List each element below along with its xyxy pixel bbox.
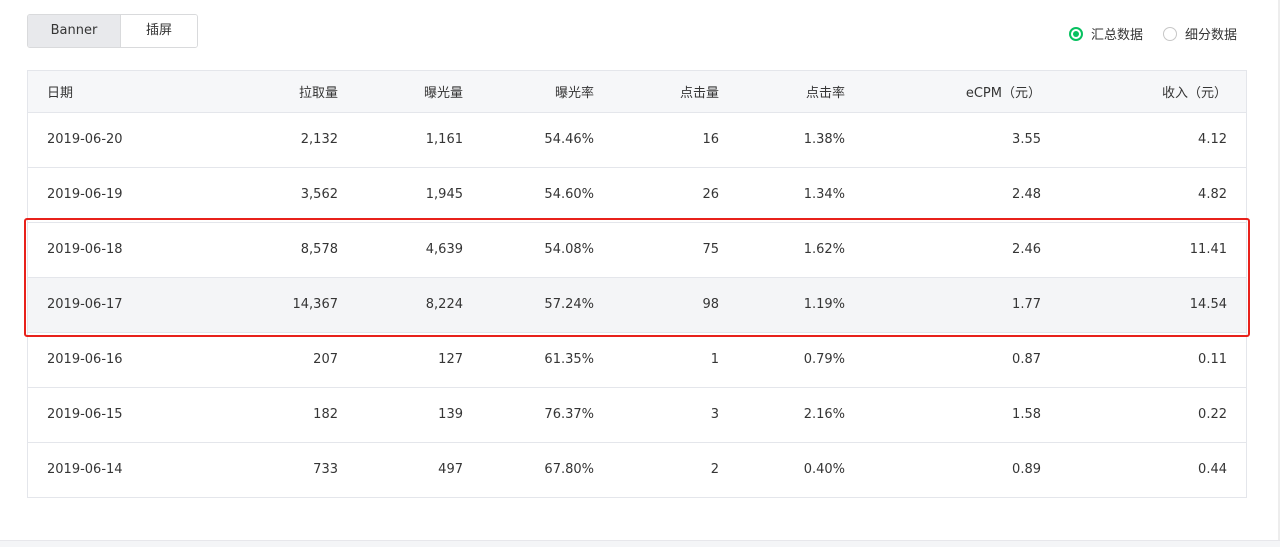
cell-date: 2019-06-16 <box>28 332 218 388</box>
cell-date: 2019-06-19 <box>28 167 218 223</box>
cell-impression-rate: 54.60% <box>463 167 594 223</box>
cell-clicks: 16 <box>594 112 719 168</box>
cell-ecpm: 2.48 <box>845 167 1041 223</box>
cell-requests: 2,132 <box>218 112 338 168</box>
cell-clicks: 3 <box>594 387 719 443</box>
radio-unchecked-icon <box>1162 26 1177 41</box>
table-row: 2019-06-14 733 497 67.80% 2 0.40% 0.89 0… <box>28 442 1246 497</box>
cell-ecpm: 1.77 <box>845 277 1041 333</box>
cell-impression-rate: 54.08% <box>463 222 594 278</box>
page-footer-divider <box>0 540 1280 547</box>
cell-revenue: 0.44 <box>1198 462 1227 478</box>
cell-revenue: 0.11 <box>1041 332 1246 388</box>
tab-interstitial[interactable]: 插屏 <box>121 15 197 47</box>
radio-checked-icon <box>1068 26 1083 41</box>
cell-requests: 182 <box>218 387 338 443</box>
radio-summary-label: 汇总数据 <box>1090 28 1143 43</box>
cell-click-rate: 1.62% <box>719 222 845 278</box>
report-table: 日期 拉取量 曝光量 曝光率 点击量 点击率 eCPM（元） 收入（元） 201… <box>28 71 1246 497</box>
cell-click-rate: 0.40% <box>803 462 845 478</box>
cell-impressions: 8,224 <box>338 277 463 333</box>
cell-click-rate: 1.19% <box>719 277 845 333</box>
cell-revenue: 0.22 <box>1041 387 1246 443</box>
header-ecpm: eCPM（元） <box>845 71 1041 113</box>
tab-banner[interactable]: Banner <box>28 15 121 47</box>
radio-summary-data[interactable]: 汇总数据 <box>1068 24 1143 43</box>
cell-ecpm: 0.87 <box>845 332 1041 388</box>
header-revenue: 收入（元） <box>1041 71 1246 113</box>
cell-clicks: 98 <box>594 277 719 333</box>
cell-impression-rate: 76.37% <box>463 387 594 443</box>
cell-impressions: 1,945 <box>338 167 463 223</box>
cell-date: 2019-06-17 <box>28 277 218 333</box>
cell-revenue: 11.41 <box>1041 222 1246 278</box>
cell-impression-rate: 54.46% <box>463 112 594 168</box>
cell-requests: 207 <box>218 332 338 388</box>
report-table-container: 日期 拉取量 曝光量 曝光率 点击量 点击率 eCPM（元） 收入（元） 201… <box>27 70 1247 498</box>
cell-click-rate: 0.79% <box>719 332 845 388</box>
radio-detailed-data[interactable]: 细分数据 <box>1162 24 1237 43</box>
table-header-row: 日期 拉取量 曝光量 曝光率 点击量 点击率 eCPM（元） 收入（元） <box>28 71 1246 113</box>
cell-requests: 8,578 <box>218 222 338 278</box>
cell-revenue: 14.54 <box>1041 277 1246 333</box>
cell-impressions: 4,639 <box>338 222 463 278</box>
cell-ecpm: 1.58 <box>845 387 1041 443</box>
header-impression-rate: 曝光率 <box>463 71 594 113</box>
cell-impressions: 139 <box>338 387 463 443</box>
cell-click-rate: 1.38% <box>719 112 845 168</box>
ad-type-tabs: Banner 插屏 <box>27 14 198 48</box>
header-clicks: 点击量 <box>594 71 719 113</box>
cell-click-rate: 2.16% <box>719 387 845 443</box>
ad-report-page: Banner 插屏 汇总数据 细分数据 日期 拉取量 曝光量 曝光率 点击量 点… <box>0 0 1280 547</box>
cell-requests: 733 <box>313 462 338 478</box>
cell-date: 2019-06-14 <box>47 462 123 478</box>
cell-date: 2019-06-15 <box>28 387 218 443</box>
cell-impression-rate: 57.24% <box>463 277 594 333</box>
table-row: 2019-06-20 2,132 1,161 54.46% 16 1.38% 3… <box>28 112 1246 168</box>
table-row: 2019-06-17 14,367 8,224 57.24% 98 1.19% … <box>28 277 1246 333</box>
cell-requests: 14,367 <box>218 277 338 333</box>
radio-detailed-label: 细分数据 <box>1184 28 1237 43</box>
cell-clicks: 2 <box>710 462 719 478</box>
cell-revenue: 4.12 <box>1041 112 1246 168</box>
cell-click-rate: 1.34% <box>719 167 845 223</box>
header-date: 日期 <box>28 71 218 113</box>
cell-date: 2019-06-20 <box>28 112 218 168</box>
cell-ecpm: 2.46 <box>845 222 1041 278</box>
cell-ecpm: 0.89 <box>1012 462 1041 478</box>
table-row: 2019-06-19 3,562 1,945 54.60% 26 1.34% 2… <box>28 167 1246 223</box>
cell-impression-rate: 61.35% <box>463 332 594 388</box>
cell-date: 2019-06-18 <box>28 222 218 278</box>
table-row: 2019-06-15 182 139 76.37% 3 2.16% 1.58 0… <box>28 387 1246 443</box>
cell-revenue: 4.82 <box>1041 167 1246 223</box>
table-row: 2019-06-18 8,578 4,639 54.08% 75 1.62% 2… <box>28 222 1246 278</box>
cell-impressions: 497 <box>438 462 463 478</box>
cell-impressions: 1,161 <box>338 112 463 168</box>
header-requests: 拉取量 <box>218 71 338 113</box>
cell-clicks: 75 <box>594 222 719 278</box>
cell-impressions: 127 <box>338 332 463 388</box>
cell-clicks: 1 <box>594 332 719 388</box>
header-impressions: 曝光量 <box>338 71 463 113</box>
cell-impression-rate: 67.80% <box>544 462 594 478</box>
header-click-rate: 点击率 <box>719 71 845 113</box>
view-mode-radio-group: 汇总数据 细分数据 <box>1068 24 1237 43</box>
table-row: 2019-06-16 207 127 61.35% 1 0.79% 0.87 0… <box>28 332 1246 388</box>
cell-clicks: 26 <box>594 167 719 223</box>
cell-requests: 3,562 <box>218 167 338 223</box>
cell-ecpm: 3.55 <box>845 112 1041 168</box>
